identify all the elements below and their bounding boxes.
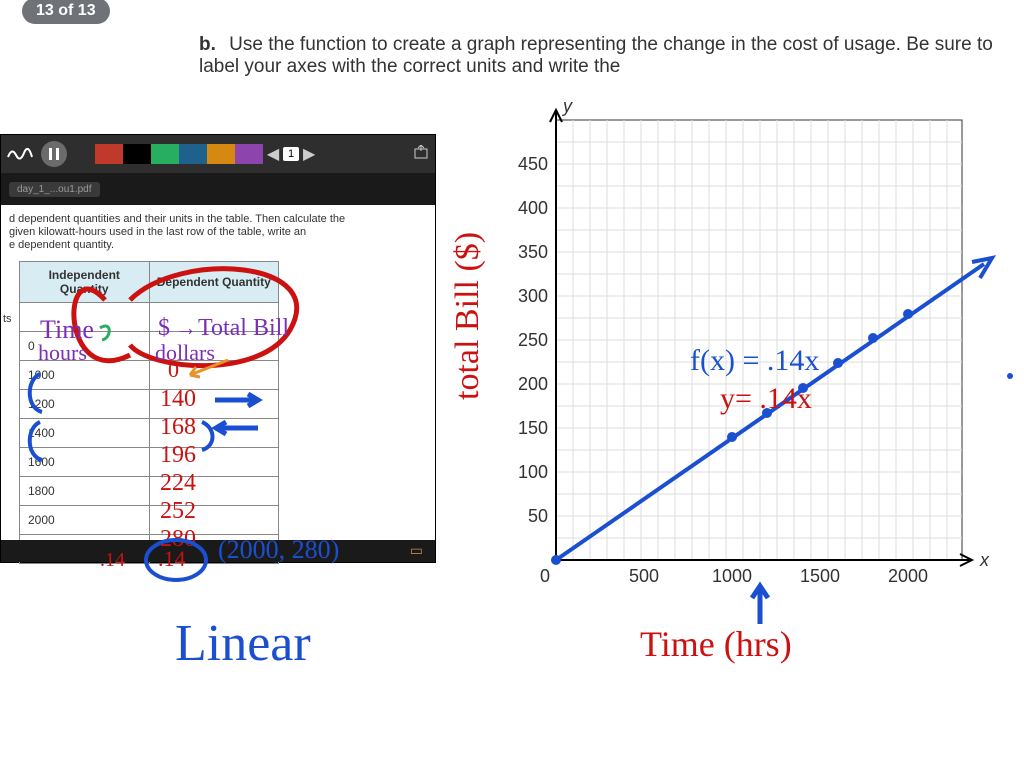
table-row: 2000 <box>20 505 279 534</box>
table-row: 1600 <box>20 447 279 476</box>
page-indicator-pill: 13 of 13 <box>22 0 110 24</box>
svg-text:400: 400 <box>518 198 548 218</box>
table-row: 1400 <box>20 418 279 447</box>
svg-text:2000: 2000 <box>888 566 928 586</box>
svg-text:x: x <box>979 550 990 570</box>
book-icon[interactable]: ▭ <box>410 542 423 559</box>
chart-line <box>556 258 992 560</box>
svg-text:1500: 1500 <box>800 566 840 586</box>
swatch-blue[interactable] <box>179 144 207 164</box>
svg-text:450: 450 <box>518 154 548 174</box>
swatch-black[interactable] <box>123 144 151 164</box>
document-tab-bar: day_1_...ou1.pdf <box>1 173 435 205</box>
svg-text:f(x) = .14x: f(x) = .14x <box>690 344 819 377</box>
prev-page-icon[interactable]: ◀ <box>263 144 283 164</box>
svg-text:y= .14x: y= .14x <box>720 382 812 415</box>
quantity-table: Independent Quantity Dependent Quantity … <box>19 261 279 564</box>
svg-text:350: 350 <box>518 242 548 262</box>
svg-text:100: 100 <box>518 462 548 482</box>
color-swatches[interactable] <box>95 144 263 164</box>
table-row: 1200 <box>20 389 279 418</box>
export-icon[interactable] <box>413 145 429 164</box>
svg-text:0: 0 <box>540 566 550 586</box>
pdf-text-line: e dependent quantity. <box>9 239 429 252</box>
chart-points <box>551 309 913 565</box>
svg-text:150: 150 <box>518 418 548 438</box>
table-header-independent: Independent Quantity <box>20 261 150 302</box>
swatch-orange[interactable] <box>207 144 235 164</box>
svg-text:Time (hrs): Time (hrs) <box>640 624 792 664</box>
question-prompt: b. Use the function to create a graph re… <box>199 34 1014 78</box>
swatch-green[interactable] <box>151 144 179 164</box>
question-text: Use the function to create a graph repre… <box>199 34 993 77</box>
table-row: 1800 <box>20 476 279 505</box>
next-page-icon[interactable]: ▶ <box>299 144 319 164</box>
app-logo-icon <box>7 145 33 163</box>
svg-text:total Bill ($): total Bill ($) <box>449 232 486 400</box>
page-number-badge: 1 <box>283 147 299 161</box>
app-bottom-bar: ▭ <box>1 540 435 562</box>
chart-grid <box>550 110 972 566</box>
svg-text:1000: 1000 <box>712 566 752 586</box>
document-tab[interactable]: day_1_...ou1.pdf <box>9 182 100 197</box>
svg-text:200: 200 <box>518 374 548 394</box>
pdf-content: d dependent quantities and their units i… <box>1 205 435 564</box>
app-toolbar: ◀ 1 ▶ <box>1 135 435 173</box>
svg-text:50: 50 <box>528 506 548 526</box>
table-row: 0 <box>20 331 279 360</box>
pdf-text-line: d dependent quantities and their units i… <box>9 213 429 226</box>
row-label-ts: ts <box>3 313 12 325</box>
chart-axis-ticks: 50 100 150 200 250 300 350 400 450 <box>518 154 548 526</box>
table-row: 1000 <box>20 360 279 389</box>
question-label: b. <box>199 34 216 55</box>
table-header-dependent: Dependent Quantity <box>149 261 279 302</box>
pdf-text-line: given kilowatt-hours used in the last ro… <box>9 226 429 239</box>
swatch-red[interactable] <box>95 144 123 164</box>
svg-text:y: y <box>561 96 573 116</box>
svg-text:Linear: Linear <box>175 615 311 672</box>
svg-text:250: 250 <box>518 330 548 350</box>
svg-text:300: 300 <box>518 286 548 306</box>
embedded-screenshot: ◀ 1 ▶ day_1_...ou1.pdf d dependent quant… <box>0 134 436 563</box>
svg-text:500: 500 <box>629 566 659 586</box>
swatch-purple[interactable] <box>235 144 263 164</box>
pause-button[interactable] <box>41 141 67 167</box>
